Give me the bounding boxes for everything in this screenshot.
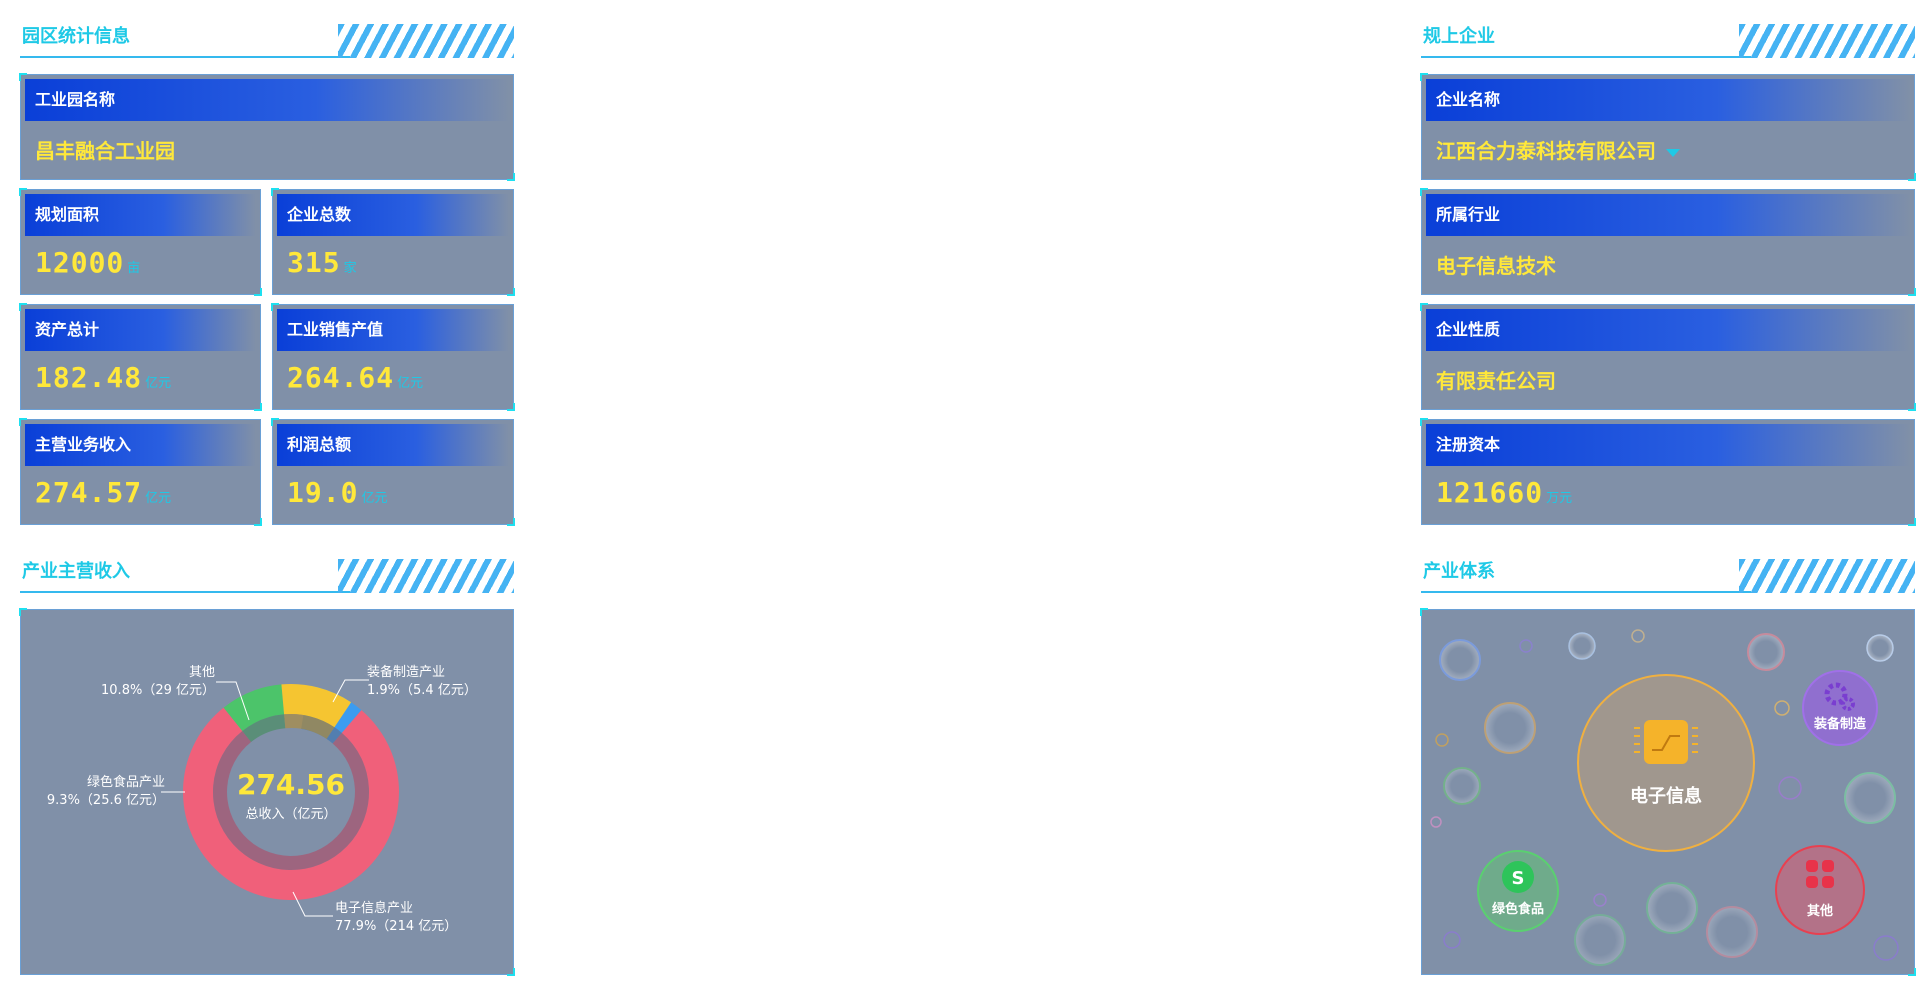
- area-number: 12000: [35, 246, 125, 279]
- capital-card: 注册资本 121660 万元: [1420, 418, 1916, 526]
- label-other-value: 10.8%（29 亿元）: [101, 683, 215, 698]
- revenue-unit: 亿元: [145, 491, 172, 506]
- label-equip-value: 1.9%（5.4 亿元）: [367, 683, 477, 698]
- title-stripes-decoration: [1739, 24, 1915, 58]
- label-food-name: 绿色食品产业: [87, 774, 165, 790]
- center-total-label: 总收入（亿元）: [245, 807, 336, 822]
- bubble-electronics[interactable]: 电子信息: [1577, 674, 1755, 852]
- profit-value: 19.0 亿元: [287, 476, 387, 509]
- assets-unit: 亿元: [145, 376, 172, 391]
- title-underline: [20, 56, 350, 58]
- sales-card: 工业销售产值 264.64 亿元: [271, 303, 515, 411]
- nature-card: 企业性质 有限责任公司: [1420, 303, 1916, 411]
- title-underline: [1421, 591, 1751, 593]
- food-s-glyph: S: [1512, 868, 1525, 889]
- profit-unit: 亿元: [361, 491, 388, 506]
- section-title-text: 规上企业: [1423, 26, 1495, 47]
- label-elec-value: 77.9%（214 亿元）: [335, 919, 457, 934]
- title-underline: [1421, 56, 1751, 58]
- card-header: 规划面积: [25, 194, 256, 236]
- card-header: 企业名称: [1426, 79, 1910, 121]
- capital-value: 121660 万元: [1436, 476, 1572, 509]
- card-header: 所属行业: [1426, 194, 1910, 236]
- title-stripes-decoration: [338, 24, 514, 58]
- company-select-dropdown[interactable]: 江西合力泰科技有限公司: [1436, 135, 1680, 164]
- income-chart-card: 274.56 总收入（亿元） 装备制造产业 1.9%（5.4 亿元） 其他 10…: [19, 608, 515, 976]
- section-title-park-stats: 园区统计信息: [20, 18, 514, 58]
- bubble-food-label: 绿色食品: [1492, 901, 1544, 917]
- label-elec-name: 电子信息产业: [335, 900, 413, 916]
- company-name-card: 企业名称 江西合力泰科技有限公司: [1420, 73, 1916, 181]
- company-name-value: 江西合力泰科技有限公司: [1436, 139, 1656, 163]
- profit-card: 利润总额 19.0 亿元: [271, 418, 515, 526]
- bubble-equipment[interactable]: 装备制造: [1802, 670, 1878, 746]
- title-stripes-decoration: [338, 559, 514, 593]
- industry-value: 电子信息技术: [1436, 254, 1556, 278]
- assets-number: 182.48: [35, 361, 143, 394]
- section-title-enterprise: 规上企业: [1421, 18, 1915, 58]
- section-title-text: 产业主营收入: [22, 561, 130, 582]
- area-value: 12000 亩: [35, 246, 140, 279]
- firms-unit: 家: [343, 261, 357, 276]
- park-name-value: 昌丰融合工业园: [35, 139, 175, 163]
- assets-value: 182.48 亿元: [35, 361, 171, 394]
- card-header: 利润总额: [277, 424, 509, 466]
- industry-bubble-card: 电子信息 装备制造 S 绿色食品 其他: [1420, 608, 1916, 976]
- card-header: 工业园名称: [25, 79, 509, 121]
- revenue-number: 274.57: [35, 476, 143, 509]
- section-title-industry-system: 产业体系: [1421, 553, 1915, 593]
- revenue-value: 274.57 亿元: [35, 476, 171, 509]
- card-header: 资产总计: [25, 309, 256, 351]
- chevron-down-icon[interactable]: [1666, 148, 1680, 157]
- area-unit: 亩: [127, 261, 141, 276]
- sales-value: 264.64 亿元: [287, 361, 423, 394]
- firms-number: 315: [287, 246, 341, 279]
- income-donut-chart: 274.56 总收入（亿元） 装备制造产业 1.9%（5.4 亿元） 其他 10…: [47, 664, 477, 934]
- card-header: 企业总数: [277, 194, 509, 236]
- bubble-green-food[interactable]: S 绿色食品: [1477, 850, 1559, 932]
- bubble-equip-label: 装备制造: [1813, 716, 1867, 732]
- park-name-card: 工业园名称 昌丰融合工业园: [19, 73, 515, 181]
- capital-unit: 万元: [1546, 491, 1573, 506]
- capital-number: 121660: [1436, 476, 1544, 509]
- section-title-income: 产业主营收入: [20, 553, 514, 593]
- center-total-value: 274.56: [237, 768, 345, 801]
- card-header: 注册资本: [1426, 424, 1910, 466]
- card-header: 工业销售产值: [277, 309, 509, 351]
- bubble-other-label: 其他: [1807, 903, 1833, 919]
- profit-number: 19.0: [287, 476, 359, 509]
- industry-bubble-diagram: 电子信息 装备制造 S 绿色食品 其他: [1430, 629, 1899, 966]
- title-underline: [20, 591, 350, 593]
- industry-card: 所属行业 电子信息技术: [1420, 188, 1916, 296]
- nature-value: 有限责任公司: [1436, 369, 1556, 393]
- firms-value: 315 家: [287, 246, 357, 279]
- label-equip-name: 装备制造产业: [367, 664, 445, 680]
- revenue-card: 主营业务收入 274.57 亿元: [19, 418, 262, 526]
- card-header: 主营业务收入: [25, 424, 256, 466]
- assets-card: 资产总计 182.48 亿元: [19, 303, 262, 411]
- sales-number: 264.64: [287, 361, 395, 394]
- firms-card: 企业总数 315 家: [271, 188, 515, 296]
- label-food-value: 9.3%（25.6 亿元）: [47, 793, 165, 808]
- title-stripes-decoration: [1739, 559, 1915, 593]
- section-title-text: 产业体系: [1423, 561, 1495, 582]
- label-other-name: 其他: [189, 665, 215, 680]
- area-card: 规划面积 12000 亩: [19, 188, 262, 296]
- card-header: 企业性质: [1426, 309, 1910, 351]
- section-title-text: 园区统计信息: [22, 26, 130, 47]
- bubble-other[interactable]: 其他: [1775, 845, 1865, 935]
- sales-unit: 亿元: [397, 376, 424, 391]
- bubble-main-label: 电子信息: [1630, 785, 1702, 807]
